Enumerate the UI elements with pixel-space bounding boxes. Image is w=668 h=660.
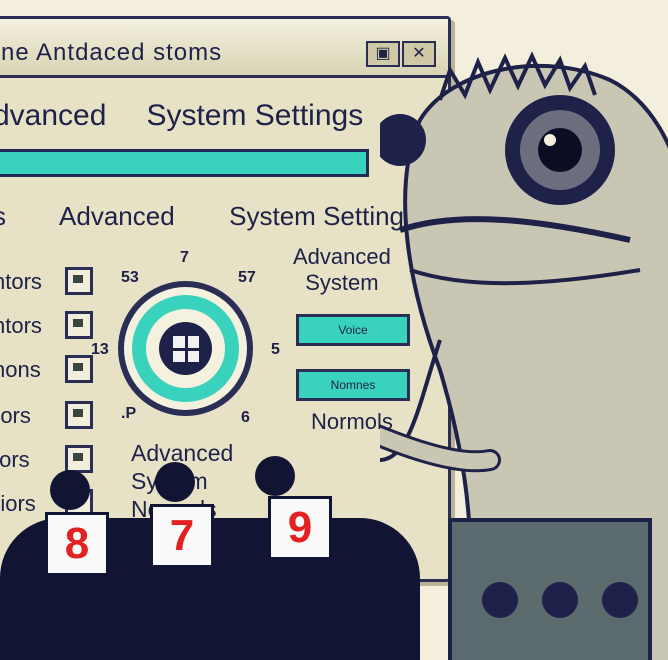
- option-row: rors: [0, 403, 31, 429]
- windows-logo-icon: [173, 336, 199, 362]
- option-checkbox[interactable]: [65, 311, 93, 339]
- option-checkbox[interactable]: [65, 355, 93, 383]
- score-card: 8: [45, 512, 109, 576]
- option-checkbox[interactable]: [65, 445, 93, 473]
- judge-head: [255, 456, 295, 496]
- judge-head: [155, 462, 195, 502]
- subheading-left: s: [0, 201, 6, 231]
- option-row: ntors: [0, 313, 42, 339]
- side-heading-line2: System: [305, 270, 379, 295]
- score-card: 9: [268, 496, 332, 560]
- score-card: 7: [150, 504, 214, 568]
- option-label: ntors: [0, 269, 42, 294]
- chameleon-illustration: [380, 51, 668, 660]
- option-checkbox[interactable]: [65, 267, 93, 295]
- side-heading-line1: Advanced: [293, 244, 391, 269]
- progress-bar: [0, 149, 369, 177]
- option-row: riors: [0, 491, 36, 517]
- dial-tick: 6: [241, 409, 250, 426]
- option-label: rors: [0, 403, 31, 428]
- subheading-mid: Advanced: [59, 201, 175, 231]
- option-checkbox[interactable]: [65, 401, 93, 429]
- option-row: tors: [0, 447, 30, 473]
- windows-dial[interactable]: [118, 281, 253, 416]
- heading-right: System Settings: [146, 99, 364, 132]
- option-label: ntors: [0, 313, 42, 338]
- window-title: ne Antdaced stoms: [1, 39, 223, 66]
- illustration: ne Antdaced stoms ▣ ✕ dvanced System Sett…: [0, 0, 668, 660]
- option-label: nons: [0, 357, 41, 382]
- dial-tick: 13: [91, 341, 109, 358]
- dial-tick: 7: [180, 249, 189, 266]
- option-label: riors: [0, 491, 36, 516]
- dial-tick: 57: [238, 269, 256, 286]
- option-row: ntors: [0, 269, 42, 295]
- page-heading: dvanced System Settings: [0, 99, 363, 133]
- dial-tick: .P: [121, 405, 137, 422]
- option-label: tors: [0, 447, 30, 472]
- judge-head: [50, 470, 90, 510]
- dial-tick: 53: [121, 269, 139, 286]
- subheading: s Advanced System Settings: [0, 201, 417, 232]
- dial-tick: 5: [271, 341, 280, 358]
- option-row: nons: [0, 357, 41, 383]
- dial-core: [159, 322, 212, 375]
- side-heading: Advanced System: [293, 244, 391, 296]
- heading-left: dvanced: [0, 99, 107, 132]
